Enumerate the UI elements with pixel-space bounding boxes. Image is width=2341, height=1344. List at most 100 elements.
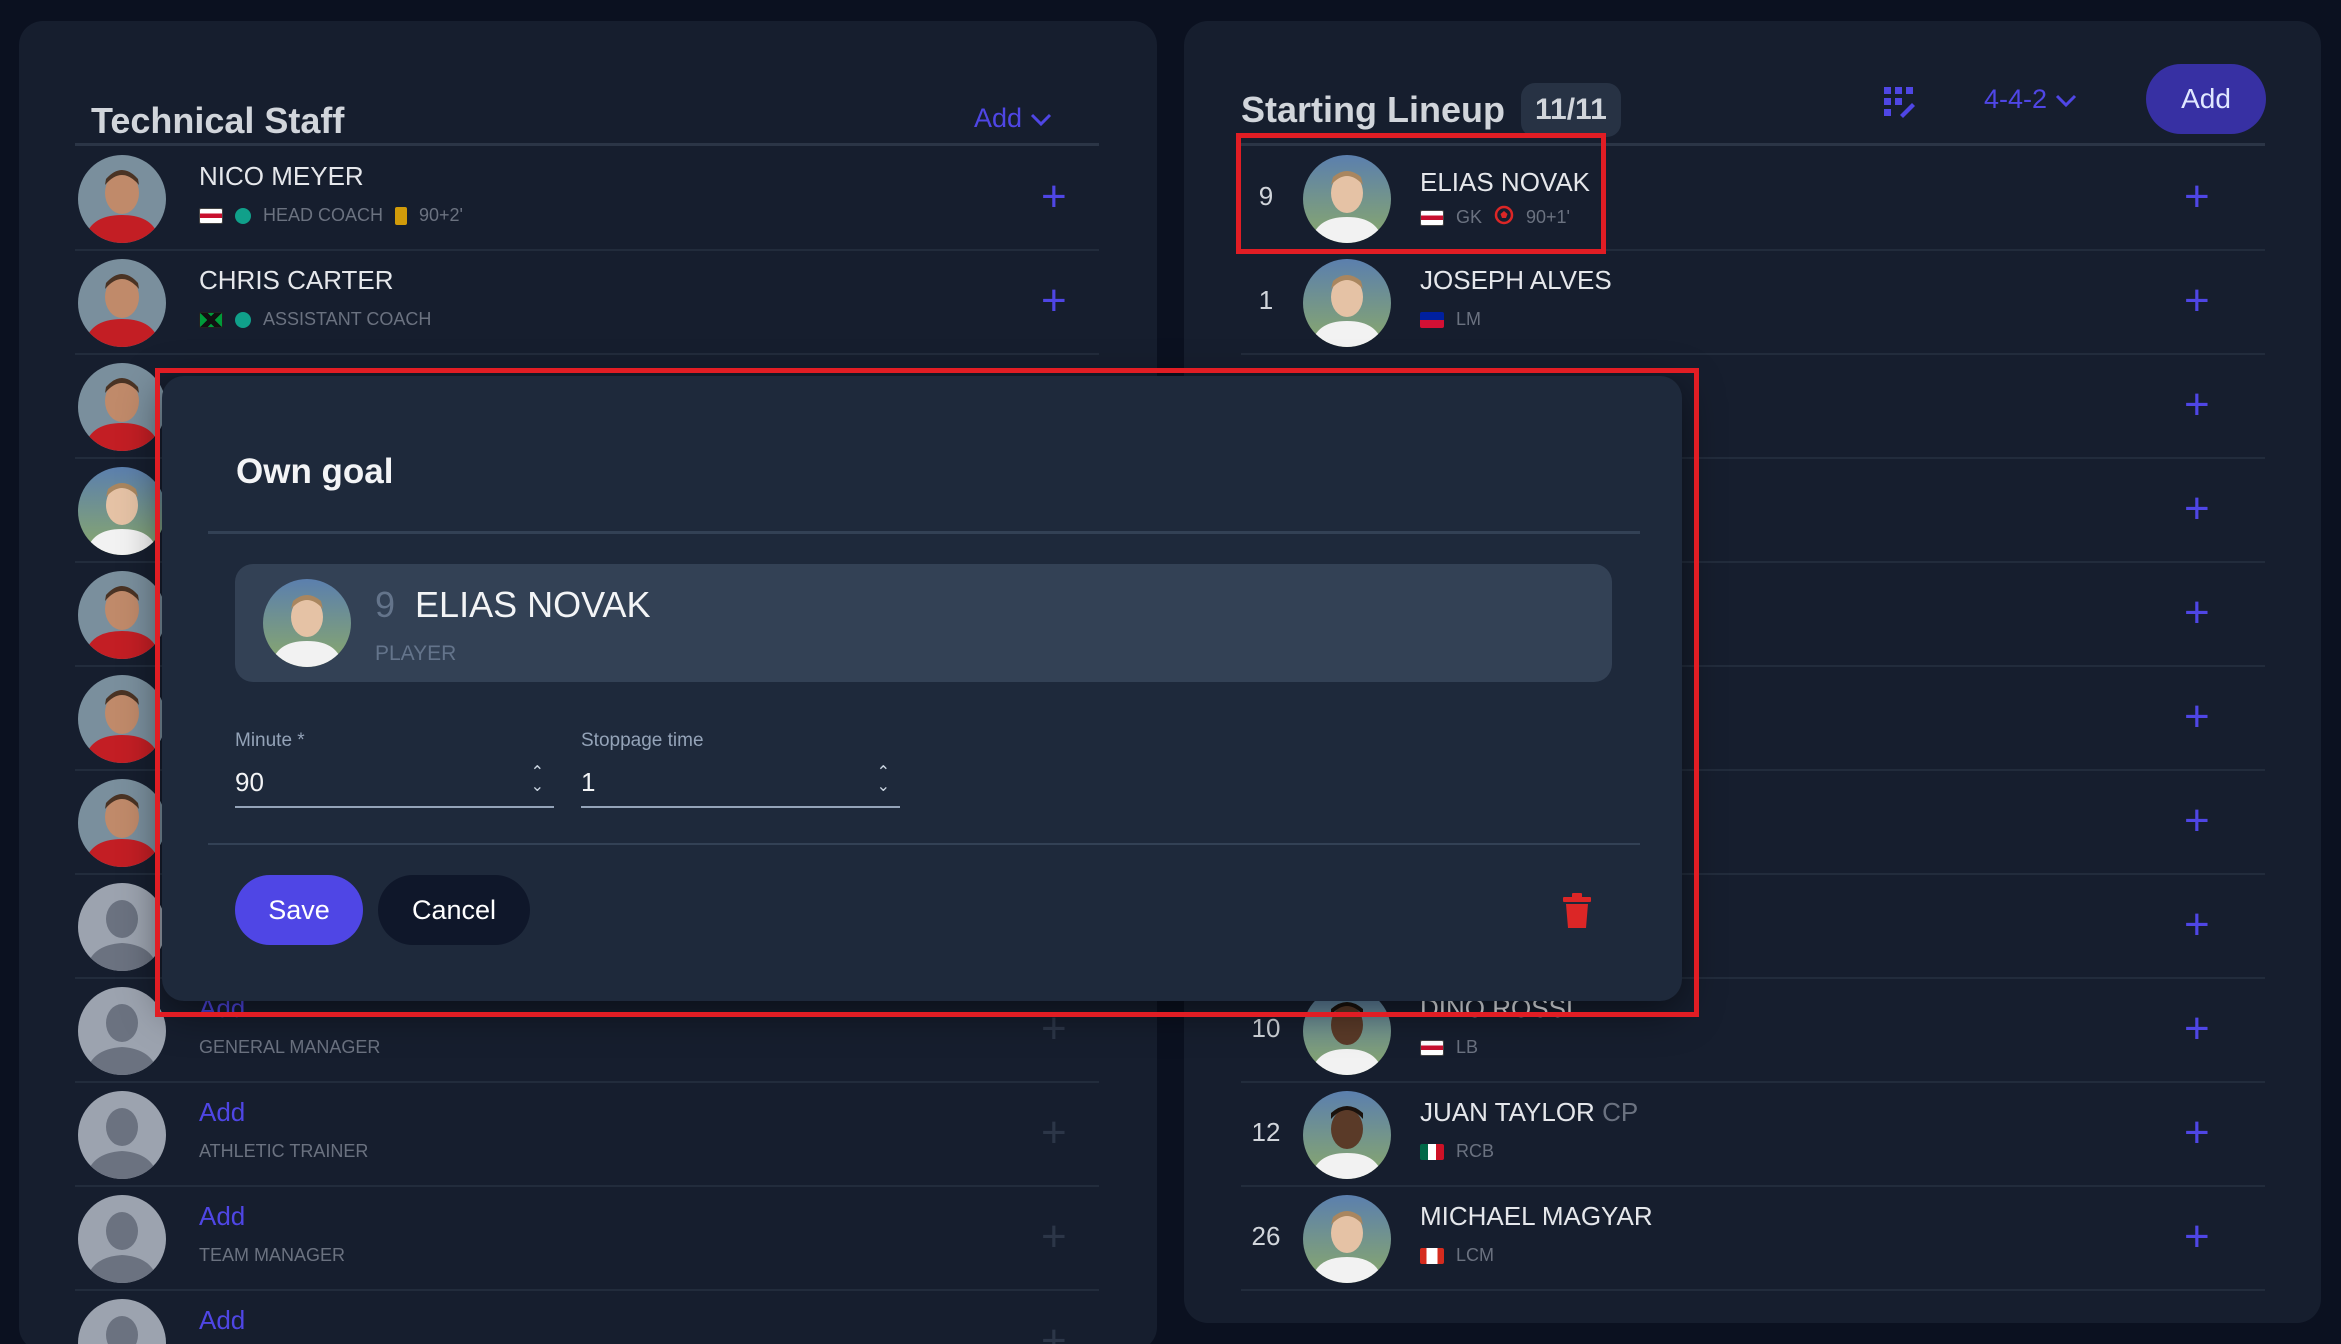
- formation-dropdown[interactable]: 4-4-2: [1984, 84, 2077, 115]
- stoppage-field[interactable]: ⌃⌄: [581, 758, 900, 808]
- formation-label: 4-4-2: [1984, 84, 2048, 114]
- avatar: [1303, 1195, 1391, 1283]
- staff-row[interactable]: Add +: [75, 1291, 1099, 1344]
- status-dot-icon: [235, 207, 251, 224]
- stoppage-label: Stoppage time: [581, 730, 704, 751]
- flag-icon: [1420, 311, 1444, 328]
- dialog-title: Own goal: [236, 452, 394, 491]
- add-icon[interactable]: +: [2184, 591, 2210, 635]
- avatar: [78, 987, 166, 1075]
- add-icon[interactable]: +: [2184, 695, 2210, 739]
- avatar: [1303, 155, 1391, 243]
- minute-input[interactable]: [235, 758, 554, 806]
- lineup-title: Starting Lineup: [1241, 89, 1505, 130]
- staff-add-label: Add: [974, 103, 1023, 133]
- avatar: [78, 1299, 166, 1344]
- staff-row[interactable]: NICO MEYER HEAD COACH 90+2' +: [75, 147, 1099, 251]
- staff-row[interactable]: Add ATHLETIC TRAINER +: [75, 1083, 1099, 1187]
- lineup-row[interactable]: 1 JOSEPH ALVES LM +: [1241, 251, 2265, 355]
- player-number: 1: [1258, 285, 1274, 315]
- avatar: [78, 155, 166, 243]
- add-icon[interactable]: +: [2184, 799, 2210, 843]
- player-name: ELIAS NOVAK: [1420, 167, 1591, 197]
- staff-role: ASSISTANT COACH: [263, 309, 432, 329]
- staff-row[interactable]: Add TEAM MANAGER +: [75, 1187, 1099, 1291]
- add-icon[interactable]: +: [2184, 1007, 2210, 1051]
- lineup-row[interactable]: 26 MICHAEL MAGYAR LCM +: [1241, 1187, 2265, 1291]
- lineup-row[interactable]: 12 JUAN TAYLOR CP RCB +: [1241, 1083, 2265, 1187]
- cancel-button[interactable]: Cancel: [378, 875, 530, 945]
- player-number: 12: [1251, 1117, 1281, 1147]
- player-position: LM: [1456, 309, 1482, 329]
- flag-icon: [199, 207, 223, 224]
- lineup-add-button[interactable]: Add: [2146, 64, 2266, 134]
- player-tag: CP: [1602, 1097, 1639, 1127]
- flag-icon: [199, 311, 223, 328]
- player-position: GK: [1456, 207, 1483, 227]
- flag-icon: [1420, 1039, 1444, 1056]
- avatar: [1303, 1091, 1391, 1179]
- staff-role: GENERAL MANAGER: [199, 1037, 381, 1057]
- selected-player-card: 9 ELIAS NOVAK PLAYER: [235, 564, 1612, 682]
- add-icon[interactable]: +: [2184, 279, 2210, 323]
- staff-add-link[interactable]: Add: [199, 1201, 245, 1232]
- avatar: [78, 1091, 166, 1179]
- add-icon[interactable]: +: [1041, 1111, 1067, 1155]
- stoppage-input[interactable]: [581, 758, 900, 806]
- staff-add-dropdown[interactable]: Add: [974, 103, 1052, 134]
- flag-icon: [1420, 1247, 1444, 1264]
- avatar: [78, 779, 166, 867]
- flag-icon: [1420, 209, 1444, 226]
- avatar: [78, 467, 166, 555]
- chevron-down-icon: [1030, 103, 1052, 134]
- staff-add-link[interactable]: Add: [199, 1305, 245, 1336]
- player-number: 9: [1258, 181, 1274, 211]
- own-goal-dialog: Own goal 9 ELIAS NOVAK PLAYER Minute * ⌃…: [162, 376, 1682, 1001]
- flag-icon: [1420, 1143, 1444, 1160]
- staff-role: TEAM MANAGER: [199, 1245, 346, 1265]
- trash-icon[interactable]: [1562, 893, 1592, 934]
- staff-name: NICO MEYER: [199, 161, 364, 191]
- staff-name: CHRIS CARTER: [199, 265, 394, 295]
- player-number: 26: [1251, 1221, 1281, 1251]
- yellow-card-icon: [395, 206, 408, 225]
- player-name: MICHAEL MAGYAR: [1420, 1201, 1653, 1231]
- avatar: [1303, 259, 1391, 347]
- avatar: [78, 259, 166, 347]
- add-icon[interactable]: +: [2184, 1111, 2210, 1155]
- formation-grid-icon[interactable]: [1882, 85, 1916, 124]
- card-time: 90+2': [419, 205, 463, 225]
- staff-add-link[interactable]: Add: [199, 1097, 245, 1128]
- avatar: [263, 579, 351, 667]
- player-number: 10: [1251, 1013, 1281, 1043]
- add-icon[interactable]: +: [1041, 279, 1067, 323]
- player-role: PLAYER: [375, 642, 457, 665]
- add-icon[interactable]: +: [2184, 175, 2210, 219]
- add-icon[interactable]: +: [2184, 903, 2210, 947]
- avatar: [78, 675, 166, 763]
- player-name: JOSEPH ALVES: [1420, 265, 1612, 295]
- avatar: [78, 363, 166, 451]
- avatar: [78, 1195, 166, 1283]
- stepper-icon[interactable]: ⌃ ⌄: [877, 765, 890, 795]
- stepper-icon[interactable]: ⌃ ⌄: [531, 765, 544, 795]
- player-name: ELIAS NOVAK: [415, 584, 651, 625]
- soccer-ball-icon: [1494, 205, 1514, 230]
- add-icon[interactable]: +: [2184, 487, 2210, 531]
- add-icon[interactable]: +: [1041, 1215, 1067, 1259]
- player-name: JUAN TAYLOR: [1420, 1097, 1595, 1127]
- add-icon[interactable]: +: [1041, 175, 1067, 219]
- add-icon[interactable]: +: [1041, 1319, 1067, 1344]
- add-icon[interactable]: +: [2184, 1215, 2210, 1259]
- add-icon[interactable]: +: [2184, 383, 2210, 427]
- lineup-row[interactable]: 9 ELIAS NOVAK GK 90+1' +: [1241, 147, 2265, 251]
- staff-title: Technical Staff: [91, 100, 345, 141]
- staff-role: HEAD COACH: [263, 205, 384, 225]
- status-dot-icon: [235, 311, 251, 328]
- chevron-down-icon: [2055, 84, 2077, 115]
- save-button[interactable]: Save: [235, 875, 363, 945]
- staff-row[interactable]: CHRIS CARTER ASSISTANT COACH +: [75, 251, 1099, 355]
- minute-field[interactable]: ⌃⌄: [235, 758, 554, 808]
- player-position: LCM: [1456, 1245, 1495, 1265]
- add-icon[interactable]: +: [1041, 1007, 1067, 1051]
